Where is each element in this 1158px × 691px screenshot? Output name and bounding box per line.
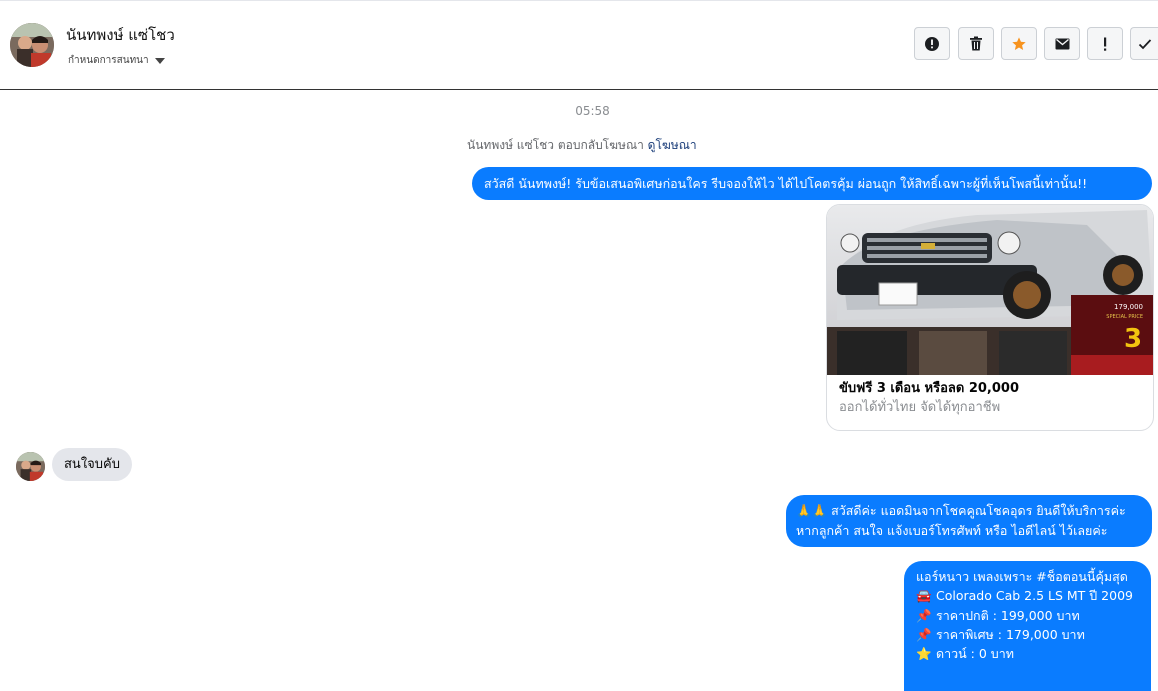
contact-name[interactable]: นันทพงษ์ แซ่โชว (66, 23, 175, 47)
check-icon (1138, 38, 1151, 49)
conversation-header: นันทพงษ์ แซ่โชว กำหนดการสนทนา (0, 1, 1158, 90)
ad-reply-notice: นันทพงษ์ แซ่โชว ตอบกลับโฆษณา ดูโฆษณา (467, 136, 697, 155)
star-icon (1012, 36, 1026, 50)
trash-icon (970, 36, 982, 51)
follow-up-button[interactable] (1087, 27, 1123, 60)
ad-image-big-number: 3 (1124, 324, 1142, 354)
ad-card-description: ออกได้ทั่วไทย จัดได้ทุกอาชีพ (839, 400, 1001, 415)
offer-line-3: ราคาปกติ : 199,000 บาท (936, 607, 1080, 623)
admin-reply-line1: สวัสดีค่ะ แอดมินจากโชคคูณโชคอุดร ยินดีให… (831, 503, 1126, 518)
delete-button[interactable] (958, 27, 994, 60)
alert-circle-icon (925, 36, 939, 51)
customer-message: สนใจบคับ (52, 448, 132, 481)
mark-done-button[interactable] (1130, 27, 1158, 60)
ad-image-price: 179,000 (1114, 303, 1143, 311)
ad-image-special: SPECIAL PRICE (1106, 314, 1143, 320)
admin-reply-message: 🙏🙏 สวัสดีค่ะ แอดมินจากโชคคูณโชคอุดร ยินด… (786, 495, 1152, 547)
star-button[interactable] (1001, 27, 1037, 60)
car-icon: 🚘 (916, 588, 932, 604)
offer-line-1: แอร์หนาว เพลงเพราะ #ช็อตอนนี้คุ้มสุด (916, 569, 1128, 584)
chevron-down-icon (154, 57, 165, 64)
contact-avatar[interactable] (10, 23, 54, 67)
schedule-label: กำหนดการสนทนา (68, 55, 149, 66)
customer-avatar[interactable] (16, 452, 45, 481)
view-ad-link[interactable]: ดูโฆษณา (648, 138, 697, 152)
exclamation-icon (1104, 37, 1107, 51)
admin-reply-line2: หากลูกค้า สนใจ แจ้งเบอร์โทรศัพท์ หรือ ไอ… (796, 522, 1108, 538)
envelope-icon (1055, 38, 1069, 49)
ad-reply-text: นันทพงษ์ แซ่โชว ตอบกลับโฆษณา (467, 138, 644, 152)
ad-card[interactable]: 179,000 SPECIAL PRICE 3 ขับฟรี 3 เดือน ห… (826, 204, 1154, 431)
ad-image: 179,000 SPECIAL PRICE 3 (827, 205, 1153, 375)
ad-card-title: ขับฟรี 3 เดือน หรือลด 20,000 (839, 381, 1019, 396)
offer-message: แอร์หนาว เพลงเพราะ #ช็อตอนนี้คุ้มสุด 🚘 Co… (904, 561, 1151, 691)
offer-line-2: Colorado Cab 2.5 LS MT ปี 2009 (936, 588, 1133, 604)
offer-line-5: ดาวน์ : 0 บาท (936, 646, 1014, 662)
offer-line-4: ราคาพิเศษ : 179,000 บาท (936, 626, 1085, 642)
greeting-message: สวัสดี นันทพงษ์! รับข้อเสนอพิเศษก่อนใคร … (472, 167, 1152, 200)
pin-icon: 📌 (916, 626, 932, 642)
pin-icon: 📌 (916, 607, 932, 623)
report-button[interactable] (914, 27, 950, 60)
conversation-schedule[interactable]: กำหนดการสนทนา (68, 53, 165, 68)
message-timestamp: 05:58 (575, 104, 610, 118)
star-icon: ⭐ (916, 646, 932, 662)
mark-unread-button[interactable] (1044, 27, 1080, 60)
pray-emoji: 🙏🙏 (796, 503, 828, 518)
